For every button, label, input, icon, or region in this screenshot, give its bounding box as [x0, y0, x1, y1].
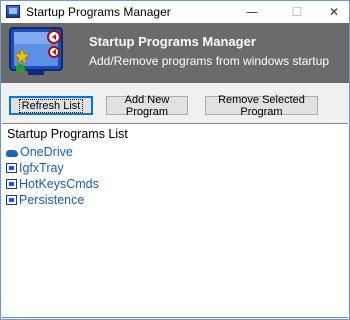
refresh-list-button[interactable]: Refresh List	[9, 96, 93, 115]
onedrive-icon	[6, 149, 18, 157]
banner-subtitle: Add/Remove programs from windows startup	[89, 54, 330, 68]
list-item[interactable]: HotKeysCmds	[6, 176, 99, 192]
list-item[interactable]: IgfxTray	[6, 160, 99, 176]
maximize-button[interactable]: ☐	[282, 1, 312, 23]
list-item-label: HotKeysCmds	[19, 177, 99, 191]
header-banner: Startup Programs Manager Add/Remove prog…	[1, 23, 349, 83]
banner-title: Startup Programs Manager	[89, 34, 256, 49]
startup-programs-list: OneDrive IgfxTray HotKeysCmds Persistenc…	[6, 144, 99, 208]
startup-monitor-icon	[9, 27, 63, 75]
list-item-label: OneDrive	[20, 145, 73, 159]
close-button[interactable]: ✕	[319, 1, 349, 23]
program-icon	[6, 179, 17, 189]
remove-program-button[interactable]: Remove Selected Program	[205, 94, 318, 118]
app-icon	[6, 5, 20, 18]
list-item[interactable]: OneDrive	[6, 144, 99, 160]
title-bar[interactable]: Startup Programs Manager — ☐ ✕	[1, 1, 349, 23]
list-item-label: Persistence	[19, 193, 85, 207]
add-program-button[interactable]: Add New Program	[106, 94, 188, 118]
program-icon	[6, 163, 17, 173]
refresh-list-label: Refresh List	[18, 98, 84, 113]
minimize-button[interactable]: —	[237, 1, 267, 23]
list-heading: Startup Programs List	[7, 127, 128, 141]
program-icon	[6, 195, 17, 205]
app-window: Startup Programs Manager — ☐ ✕ Startup P…	[0, 0, 350, 320]
startup-programs-panel[interactable]: Startup Programs List OneDrive IgfxTray …	[2, 123, 348, 318]
list-item-label: IgfxTray	[19, 161, 64, 175]
list-item[interactable]: Persistence	[6, 192, 99, 208]
window-title: Startup Programs Manager	[26, 5, 171, 19]
